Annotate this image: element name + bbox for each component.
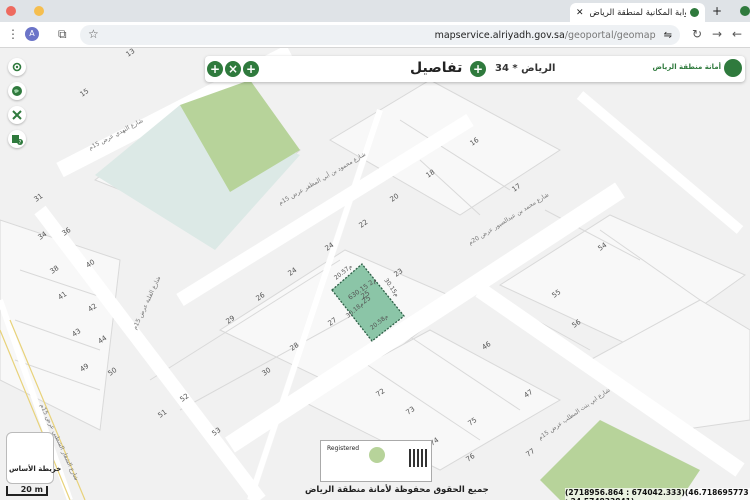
basemap-switcher[interactable]: خريطة الأساس <box>6 432 61 484</box>
menu-dots-icon[interactable]: ⋮ <box>7 27 19 41</box>
basemap-label: خريطة الأساس <box>9 465 62 473</box>
zoom-in-button[interactable]: + <box>207 61 223 77</box>
extensions-icon[interactable]: ⧉ <box>58 27 67 41</box>
stamp-qr-icon <box>409 449 427 467</box>
details-title: تفاصيل <box>410 60 463 76</box>
new-tab-icon[interactable]: + <box>712 4 722 18</box>
bookmark-star-icon[interactable]: ☆ <box>88 27 99 41</box>
profile-avatar[interactable]: A <box>25 27 39 41</box>
browser-tab-active[interactable]: ✕ البوابة المكانية لمنطقة الرياض <box>570 3 705 22</box>
registration-stamp: Registered <box>320 440 432 482</box>
window-close-icon[interactable] <box>6 6 16 16</box>
globe-icon[interactable] <box>8 82 26 100</box>
tools-icon[interactable] <box>8 106 26 124</box>
url-path: /geoportal/geomap <box>564 29 656 41</box>
svg-text:?: ? <box>19 140 22 145</box>
tab-favicon-icon <box>690 8 699 17</box>
url-domain: mapservice.alriyadh.gov.sa <box>434 29 565 41</box>
stamp-title: Registered <box>327 445 360 452</box>
map-canvas[interactable]: 25 630.15 م2 20.57م 30.15م 30.18م 20.58م… <box>0 48 750 500</box>
region-label: الرياض * 34 <box>495 63 556 74</box>
coordinates-readout: (2718956.864 : 674042.333)(46.718695773 … <box>565 488 750 500</box>
locate-icon[interactable] <box>8 58 26 76</box>
tab-favicon-other-icon[interactable] <box>740 6 750 16</box>
tab-close-icon[interactable]: ✕ <box>576 8 584 18</box>
window-minimize-icon[interactable] <box>34 6 44 16</box>
expand-details-button[interactable]: + <box>243 61 259 77</box>
logo-emblem-icon <box>724 59 742 77</box>
add-layer-button[interactable]: + <box>470 61 486 77</box>
browser-tab-bar: ✕ البوابة المكانية لمنطقة الرياض + <box>0 0 750 22</box>
scale-bar: 20 m <box>6 486 48 496</box>
address-bar[interactable]: mapservice.alriyadh.gov.sa/geoportal/geo… <box>80 25 680 45</box>
close-details-button[interactable]: × <box>225 61 241 77</box>
stamp-emblem-icon <box>369 447 385 463</box>
browser-toolbar: ⋮ A ⧉ mapservice.alriyadh.gov.sa/geoport… <box>0 22 750 48</box>
logo-text: أمانة منطقة الرياض <box>652 63 721 71</box>
site-settings-icon[interactable]: ⇋ <box>664 30 672 41</box>
tab-title: البوابة المكانية لمنطقة الرياض <box>589 7 686 18</box>
riyadh-logo: أمانة منطقة الرياض <box>653 58 742 80</box>
scale-label: 20 m <box>20 485 43 494</box>
reload-icon[interactable]: ↻ <box>692 27 702 41</box>
forward-icon[interactable]: → <box>712 27 722 41</box>
details-panel: + × + تفاصيل + الرياض * 34 أمانة منطقة ا… <box>205 56 745 82</box>
map-svg: 25 630.15 م2 20.57م 30.15م 30.18م 20.58م… <box>0 48 750 500</box>
copyright-text: جميع الحقوق محفوظة لأمانة منطقة الرياض <box>305 485 489 495</box>
back-icon[interactable]: ← <box>732 27 742 41</box>
help-info-icon[interactable]: ? <box>8 130 26 148</box>
